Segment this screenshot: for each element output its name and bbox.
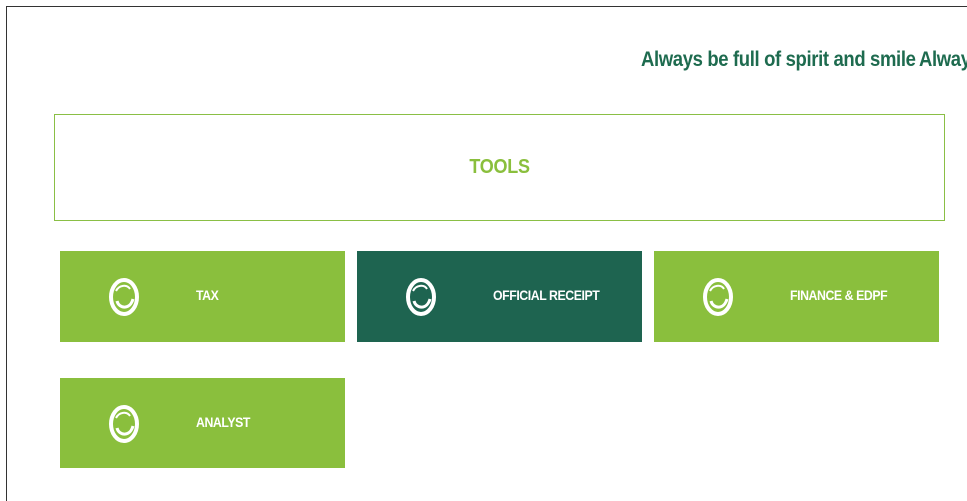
tile-finance-edpf[interactable]: FINANCE & EDPF xyxy=(654,251,939,342)
tile-finance-edpf-label: FINANCE & EDPF xyxy=(790,287,888,303)
tile-analyst-label: ANALYST xyxy=(196,414,250,430)
tile-analyst[interactable]: ANALYST xyxy=(60,378,345,468)
scrolling-ticker: Always be full of spirit and smile Alway… xyxy=(0,48,967,82)
tile-tax[interactable]: TAX xyxy=(60,251,345,342)
circular-logo-icon xyxy=(703,278,733,316)
tile-official-receipt[interactable]: OFFICIAL RECEIPT xyxy=(357,251,642,342)
tile-official-receipt-label: OFFICIAL RECEIPT xyxy=(493,287,600,303)
ticker-message: Always be full of spirit and smile xyxy=(641,48,916,71)
circular-logo-icon xyxy=(406,278,436,316)
ticker-message-repeat: Always xyxy=(919,48,967,71)
tile-tax-label: TAX xyxy=(196,287,219,303)
circular-logo-icon xyxy=(109,278,139,316)
tools-header-box: TOOLS xyxy=(54,114,945,221)
circular-logo-icon xyxy=(109,405,139,443)
tools-title: TOOLS xyxy=(469,156,530,178)
